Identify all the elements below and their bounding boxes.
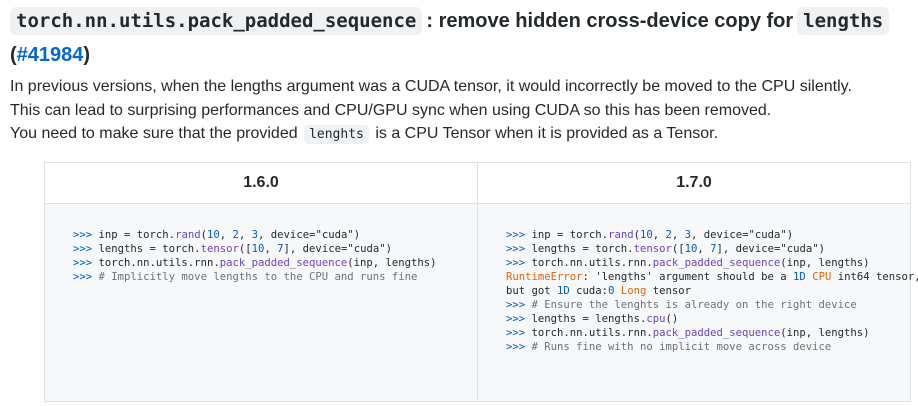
code-token: , device="cuda"): [691, 229, 794, 241]
code-token: >>>: [506, 327, 532, 339]
code-cell-new: >>> inp = torch.rand(10, 2, 3, device="c…: [477, 203, 918, 402]
code-token: lengths = torch.: [531, 243, 634, 255]
heading-code-argument: lengths: [797, 7, 890, 35]
description-line-3: You need to make sure that the provided …: [10, 122, 910, 147]
code-token: 10: [206, 229, 220, 241]
code-token: pack_padded_sequence: [219, 257, 348, 269]
code-token: cpu: [646, 313, 666, 325]
code-token: pack_padded_sequence: [652, 327, 781, 339]
code-token: (): [665, 313, 679, 325]
code-token: 10: [639, 229, 653, 241]
section-heading: torch.nn.utils.pack_padded_sequence: rem…: [10, 4, 915, 72]
code-token: >>>: [506, 243, 532, 255]
code-line: >>> torch.nn.utils.rnn.pack_padded_seque…: [506, 256, 910, 270]
description-line-2: This can lead to surprising performances…: [10, 101, 772, 119]
code-token: ,: [697, 243, 711, 255]
code-token: int64 tensor,: [831, 271, 918, 283]
code-line: RuntimeError: 'lengths' argument should …: [506, 270, 918, 284]
code-token: >>>: [506, 341, 532, 353]
code-token: >>>: [73, 271, 99, 283]
description-paragraph: In previous versions, when the lengths a…: [10, 75, 910, 147]
code-token: torch.nn.utils.rnn.: [98, 257, 220, 269]
code-token: inp = torch.: [98, 229, 176, 241]
code-line: >>> inp = torch.rand(10, 2, 3, device="c…: [506, 228, 910, 242]
code-line: but got 1D cuda:0 Long tensor: [506, 284, 910, 298]
code-token: pack_padded_sequence: [652, 257, 781, 269]
code-token: tensor: [200, 243, 239, 255]
code-token: >>>: [506, 229, 532, 241]
code-token: cuda:: [569, 285, 609, 297]
code-token: tensor: [646, 285, 692, 297]
code-token: # Runs fine with no implicit move across…: [531, 341, 832, 353]
header-version-new: 1.7.0: [477, 162, 911, 204]
code-cell-old: >>> inp = torch.rand(10, 2, 3, device="c…: [44, 203, 478, 402]
code-line: >>> inp = torch.rand(10, 2, 3, device="c…: [73, 228, 477, 242]
table-row: >>> inp = torch.rand(10, 2, 3, device="c…: [44, 203, 918, 402]
code-token: >>>: [73, 243, 99, 255]
table-header-row: 1.6.0 1.7.0: [44, 162, 911, 204]
heading-text: : remove hidden cross-device copy for: [426, 10, 794, 32]
code-token: ([: [671, 243, 685, 255]
code-token: ,: [671, 229, 685, 241]
code-line: >>> lengths = torch.tensor([10, 7], devi…: [506, 242, 910, 256]
code-line: >>> torch.nn.utils.rnn.pack_padded_seque…: [73, 256, 477, 270]
code-line: >>> # Runs fine with no implicit move ac…: [506, 340, 910, 354]
code-token: ], device="cuda"): [283, 243, 392, 255]
code-token: tensor: [633, 243, 672, 255]
heading-paren-open: (: [10, 44, 17, 66]
code-token: ,: [219, 229, 233, 241]
code-block-new: >>> inp = torch.rand(10, 2, 3, device="c…: [478, 204, 918, 354]
code-line: >>> # Ensure the lenghts is already on t…: [506, 298, 910, 312]
code-token: >>>: [506, 299, 532, 311]
code-block-old: >>> inp = torch.rand(10, 2, 3, device="c…: [45, 204, 477, 284]
code-token: ,: [238, 229, 252, 241]
code-token: (inp, lengths): [780, 327, 870, 339]
code-token: torch.nn.utils.rnn.: [531, 257, 653, 269]
code-token: ,: [264, 243, 278, 255]
code-token: 10: [684, 243, 698, 255]
code-line: >>> # Implicitly move lengths to the CPU…: [73, 270, 477, 284]
code-token: RuntimeError: [506, 271, 583, 283]
issue-link[interactable]: #41984: [17, 44, 84, 66]
code-line: >>> torch.nn.utils.rnn.pack_padded_seque…: [506, 326, 910, 340]
code-token: ([: [238, 243, 252, 255]
code-token: 1D: [557, 285, 570, 297]
code-token: torch.nn.utils.rnn.: [531, 327, 653, 339]
code-token: but got: [506, 285, 558, 297]
description-line-3-start: You need to make sure that the provided: [10, 125, 298, 142]
code-token: >>>: [73, 257, 99, 269]
code-token: : 'lengths' argument should be a: [582, 271, 794, 283]
code-token: 10: [251, 243, 265, 255]
code-token: CPU: [812, 271, 832, 283]
code-token: ], device="cuda"): [716, 243, 825, 255]
code-token: >>>: [506, 257, 532, 269]
version-comparison-table: 1.6.0 1.7.0 >>> inp = torch.rand(10, 2, …: [44, 162, 918, 402]
heading-code-function: torch.nn.utils.pack_padded_sequence: [10, 7, 423, 35]
heading-paren-close: ): [83, 44, 91, 66]
code-token: >>>: [73, 229, 99, 241]
header-version-old: 1.6.0: [44, 162, 478, 204]
code-token: rand: [175, 229, 201, 241]
code-token: Long: [620, 285, 647, 297]
code-token: # Implicitly move lengths to the CPU and…: [98, 271, 418, 283]
description-line-1: In previous versions, when the lengths a…: [10, 78, 852, 95]
code-token: inp = torch.: [531, 229, 609, 241]
code-token: # Ensure the lenghts is already on the r…: [531, 299, 857, 311]
code-token: >>>: [506, 313, 532, 325]
code-token: rand: [608, 229, 634, 241]
inline-code-lenghts: lenghts: [304, 125, 369, 144]
code-line: >>> lengths = torch.tensor([10, 7], devi…: [73, 242, 477, 256]
code-token: , device="cuda"): [258, 229, 361, 241]
code-token: 1D: [793, 271, 806, 283]
code-token: ,: [652, 229, 666, 241]
code-line: >>> lengths = lengths.cpu(): [506, 312, 910, 326]
description-line-3-end: is a CPU Tensor when it is provided as a…: [375, 125, 719, 142]
release-note-section: torch.nn.utils.pack_padded_sequence: rem…: [0, 0, 918, 406]
code-token: (inp, lengths): [347, 257, 437, 269]
code-token: lengths = lengths.: [531, 313, 647, 325]
code-token: (inp, lengths): [780, 257, 870, 269]
code-token: lengths = torch.: [98, 243, 201, 255]
